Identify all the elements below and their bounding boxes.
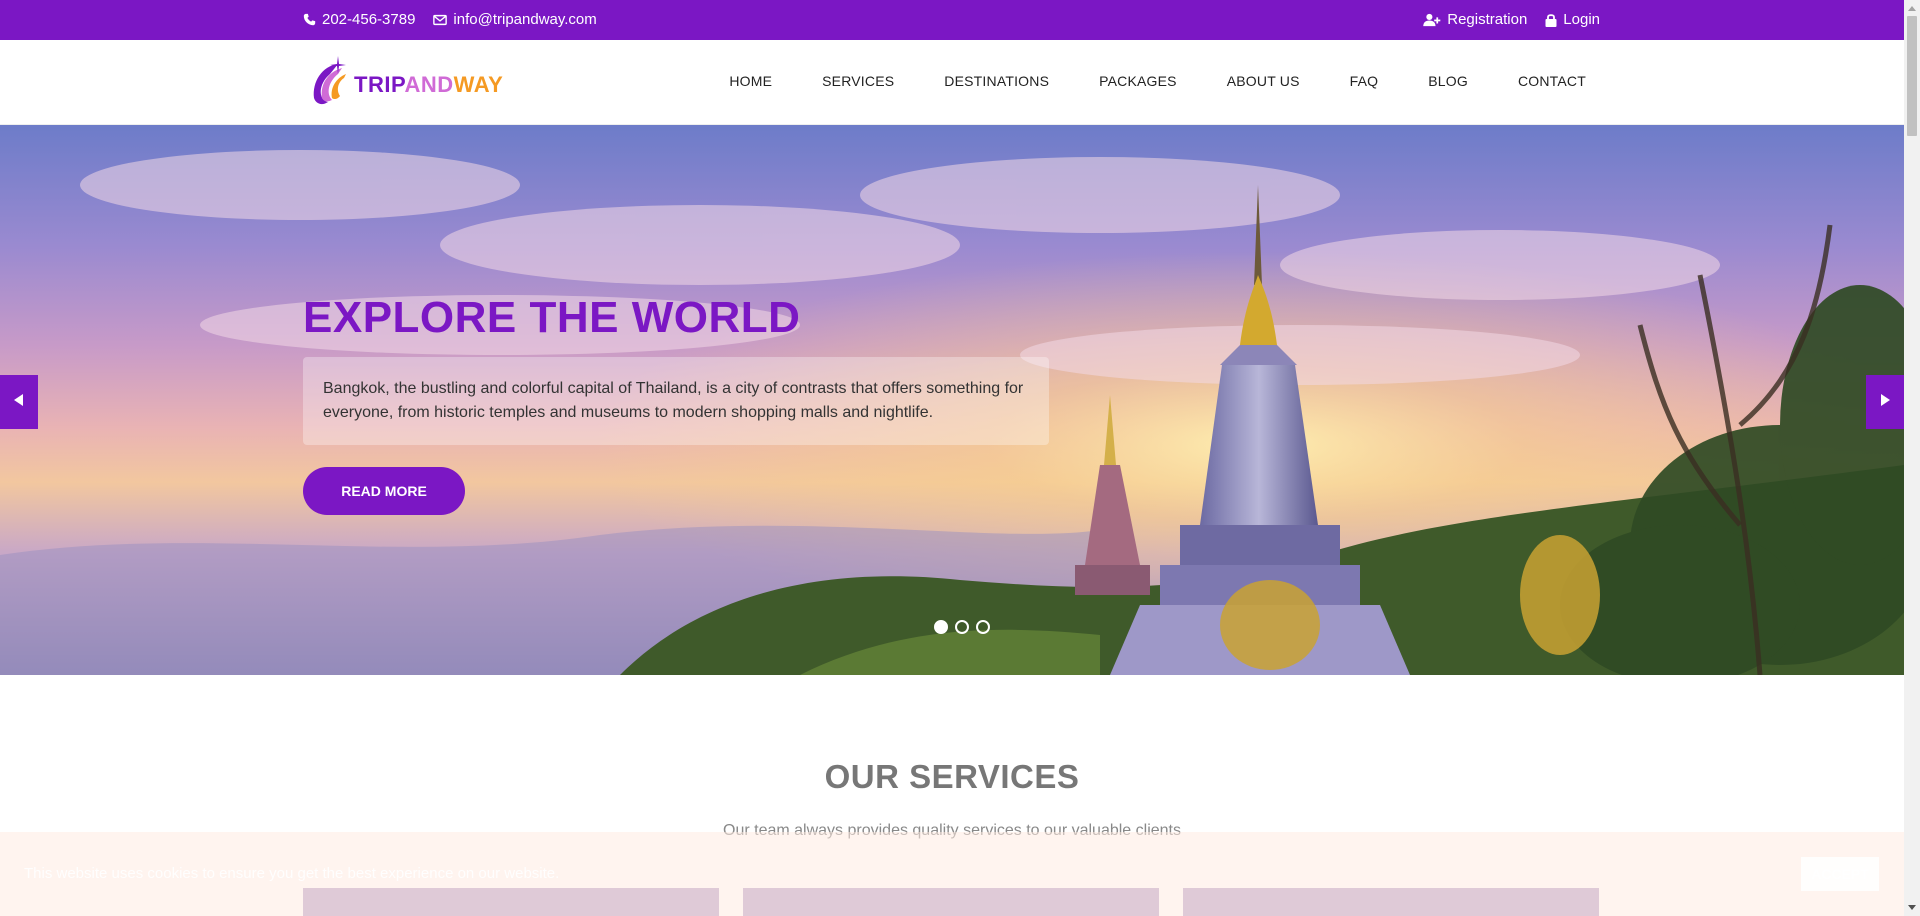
account-links: Registration Login xyxy=(1423,11,1600,28)
login-label: Login xyxy=(1563,11,1600,28)
site-logo[interactable]: TRIPANDWAY xyxy=(308,54,503,115)
hero-description: Bangkok, the bustling and colorful capit… xyxy=(303,357,1049,445)
nav-contact[interactable]: CONTACT xyxy=(1518,73,1586,89)
nav-about-us[interactable]: ABOUT US xyxy=(1227,73,1300,89)
nav-home[interactable]: HOME xyxy=(729,73,772,89)
caret-left-icon xyxy=(14,393,24,411)
page-scrollbar[interactable] xyxy=(1904,0,1920,916)
scrollbar-thumb[interactable] xyxy=(1907,16,1917,136)
slider-dots xyxy=(934,620,990,634)
read-more-button[interactable]: READ MORE xyxy=(303,467,465,515)
scroll-up-arrow-icon[interactable] xyxy=(1904,0,1920,16)
cookie-message: This website uses cookies to ensure you … xyxy=(24,865,560,882)
nav-services[interactable]: SERVICES xyxy=(822,73,894,89)
phone-number: 202-456-3789 xyxy=(322,11,416,28)
site-header: TRIPANDWAY HOME SERVICES DESTINATIONS PA… xyxy=(0,40,1904,125)
services-title: OUR SERVICES xyxy=(824,758,1080,795)
nav-blog[interactable]: BLOG xyxy=(1428,73,1468,89)
scroll-down-arrow-icon[interactable] xyxy=(1904,900,1920,916)
email-address: info@tripandway.com xyxy=(453,11,597,28)
slider-dot-2[interactable] xyxy=(955,620,969,634)
top-bar: 202-456-3789 info@tripandway.com Registr… xyxy=(0,0,1904,40)
slider-prev-button[interactable] xyxy=(0,375,38,429)
slider-dot-1[interactable] xyxy=(934,620,948,634)
email-link[interactable]: info@tripandway.com xyxy=(433,11,597,28)
phone-icon xyxy=(303,13,316,26)
envelope-icon xyxy=(433,14,448,26)
contact-info: 202-456-3789 info@tripandway.com xyxy=(303,11,597,28)
cookie-banner: This website uses cookies to ensure you … xyxy=(0,832,1904,916)
logo-mark-icon xyxy=(308,54,352,115)
login-link[interactable]: Login xyxy=(1545,11,1600,28)
logo-wordmark: TRIPANDWAY xyxy=(354,71,504,97)
nav-destinations[interactable]: DESTINATIONS xyxy=(944,73,1049,89)
hero-title: EXPLORE THE WORLD xyxy=(303,293,801,342)
registration-link[interactable]: Registration xyxy=(1423,11,1527,28)
lock-icon xyxy=(1545,13,1557,27)
hero-slider: EXPLORE THE WORLD Bangkok, the bustling … xyxy=(0,125,1904,675)
registration-label: Registration xyxy=(1447,11,1528,28)
slider-next-button[interactable] xyxy=(1866,375,1904,429)
cookie-accept-button[interactable]: ACCEPT xyxy=(1801,857,1879,891)
phone-link[interactable]: 202-456-3789 xyxy=(303,11,415,28)
main-nav: HOME SERVICES DESTINATIONS PACKAGES ABOU… xyxy=(679,73,1586,89)
nav-faq[interactable]: FAQ xyxy=(1350,73,1379,89)
caret-right-icon xyxy=(1880,393,1890,411)
slider-dot-3[interactable] xyxy=(976,620,990,634)
user-plus-icon xyxy=(1423,13,1441,27)
nav-packages[interactable]: PACKAGES xyxy=(1099,73,1177,89)
